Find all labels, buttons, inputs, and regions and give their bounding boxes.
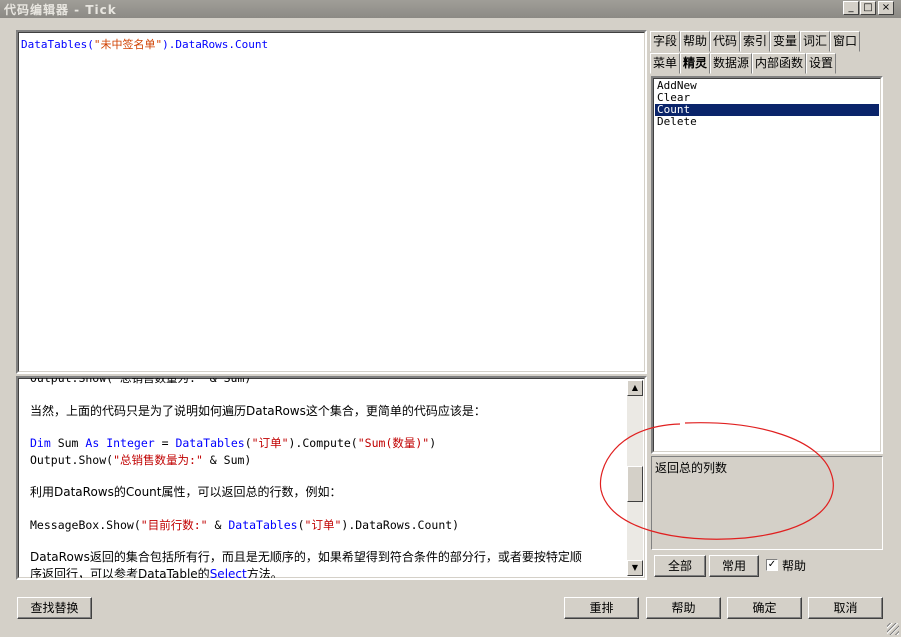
help-button[interactable]: 帮助 bbox=[646, 597, 721, 619]
tab-fields[interactable]: 字段 bbox=[650, 31, 680, 52]
close-button[interactable]: × bbox=[878, 1, 894, 15]
minimize-button[interactable]: _ bbox=[843, 1, 859, 15]
help-checkbox[interactable]: ✓ bbox=[766, 559, 778, 571]
scroll-down-icon[interactable]: ▼ bbox=[627, 560, 643, 576]
tab-settings[interactable]: 设置 bbox=[806, 53, 836, 74]
select-link[interactable]: Select bbox=[210, 567, 247, 579]
code-keyword: Dim bbox=[30, 436, 51, 450]
help-cut-line: Output.Show("总销售数量为:" & Sum) bbox=[30, 376, 252, 385]
annotation-ellipse bbox=[599, 422, 834, 540]
tab-variables[interactable]: 变量 bbox=[770, 31, 800, 52]
code-text: Sum bbox=[50, 436, 86, 450]
code-text: ).DataRows.Count) bbox=[341, 517, 460, 532]
help-panel[interactable]: Output.Show("总销售数量为:" & Sum) 当然，上面的代码只是为… bbox=[16, 376, 647, 580]
help-content: Output.Show("总销售数量为:" & Sum) 当然，上面的代码只是为… bbox=[30, 376, 625, 580]
find-replace-button[interactable]: 查找替换 bbox=[17, 597, 92, 619]
code-text: ).Compute( bbox=[288, 436, 358, 450]
member-list[interactable]: AddNew Clear Count Delete bbox=[651, 76, 883, 454]
maximize-button[interactable]: □ bbox=[860, 1, 876, 15]
annotation-stroke bbox=[599, 422, 834, 540]
help-para: 当然，上面的代码只是为了说明如何遍历DataRows这个集合，更简单的代码应该是… bbox=[30, 403, 486, 418]
code-string: "目前行数:" bbox=[140, 517, 208, 532]
rearrange-button[interactable]: 重排 bbox=[564, 597, 639, 619]
help-para: 利用DataRows的Count属性，可以返回总的行数，例如： bbox=[30, 485, 342, 499]
code-text: Output.Show( bbox=[30, 452, 114, 467]
tab-help[interactable]: 帮助 bbox=[680, 31, 710, 52]
code-text: ( bbox=[244, 436, 252, 450]
tab-menu[interactable]: 菜单 bbox=[650, 53, 680, 74]
code-token: DataTables( bbox=[21, 38, 94, 51]
help-para: 序返回行，可以参考DataTable的Select方法。 bbox=[30, 566, 625, 580]
tab-builtin-functions[interactable]: 内部函数 bbox=[752, 53, 806, 74]
cancel-button[interactable]: 取消 bbox=[808, 597, 883, 619]
code-string: "总销售数量为:" bbox=[113, 452, 203, 467]
code-string: "未中签名单" bbox=[93, 38, 163, 51]
code-text: & bbox=[207, 517, 229, 532]
tab-index[interactable]: 索引 bbox=[740, 31, 770, 52]
tab-window[interactable]: 窗口 bbox=[830, 31, 860, 52]
window-title: 代码编辑器 - Tick bbox=[4, 3, 117, 17]
help-code-line: MessageBox.Show("目前行数:" & DataTables("订单… bbox=[30, 517, 625, 534]
tab-datasource[interactable]: 数据源 bbox=[710, 53, 752, 74]
ok-button[interactable]: 确定 bbox=[727, 597, 802, 619]
code-text: & Sum) bbox=[202, 452, 252, 467]
code-editor[interactable]: DataTables("未中签名单").DataRows.Count bbox=[16, 30, 647, 374]
help-code-line: Dim Sum As Integer = DataTables("订单").Co… bbox=[30, 435, 625, 452]
tab-wizard[interactable]: 精灵 bbox=[680, 53, 710, 74]
code-keyword: DataTables bbox=[228, 517, 298, 532]
scroll-up-icon[interactable]: ▲ bbox=[627, 380, 643, 396]
code-string: "订单" bbox=[251, 436, 289, 450]
help-para: DataRows返回的集合包括所有行，而且是无顺序的，如果希望得到符合条件的部分… bbox=[30, 550, 582, 564]
help-code-line: Output.Show("总销售数量为:" & Sum) bbox=[30, 452, 625, 469]
code-token: ).DataRows.Count bbox=[162, 38, 269, 51]
list-item[interactable]: Delete bbox=[655, 116, 879, 128]
code-keyword: Integer bbox=[106, 436, 155, 450]
show-all-button[interactable]: 全部 bbox=[654, 555, 706, 577]
help-text: 方法。 bbox=[246, 566, 283, 580]
title-bar: 代码编辑器 - Tick _ □ × bbox=[0, 0, 901, 18]
code-keyword: As bbox=[85, 436, 100, 450]
resize-grip[interactable] bbox=[887, 623, 899, 635]
code-keyword: DataTables bbox=[175, 436, 245, 450]
help-checkbox-label: 帮助 bbox=[782, 559, 807, 573]
tab-code[interactable]: 代码 bbox=[710, 31, 740, 52]
code-text: MessageBox.Show( bbox=[30, 517, 141, 532]
help-text: 序返回行，可以参考DataTable的 bbox=[30, 566, 210, 580]
code-string: "订单" bbox=[304, 517, 342, 532]
code-line-1: DataTables("未中签名单").DataRows.Count bbox=[21, 38, 268, 51]
code-text: ) bbox=[429, 436, 437, 450]
code-text: = bbox=[154, 436, 176, 450]
code-string: "Sum(数量)" bbox=[357, 436, 430, 450]
common-button[interactable]: 常用 bbox=[709, 555, 759, 577]
tab-vocabulary[interactable]: 词汇 bbox=[800, 31, 830, 52]
code-text: ( bbox=[297, 517, 305, 532]
